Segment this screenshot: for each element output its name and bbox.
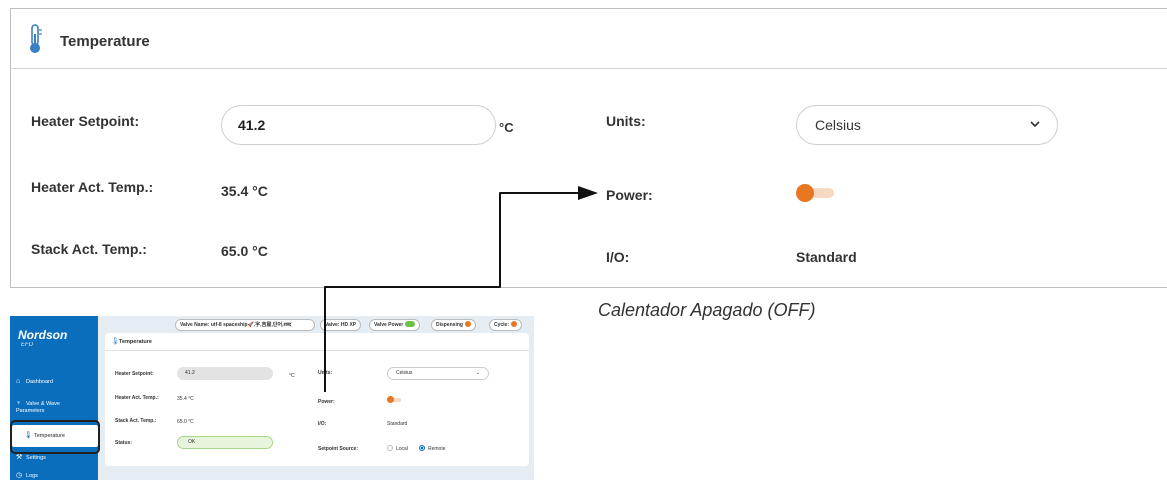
callout-arrow — [324, 186, 598, 392]
